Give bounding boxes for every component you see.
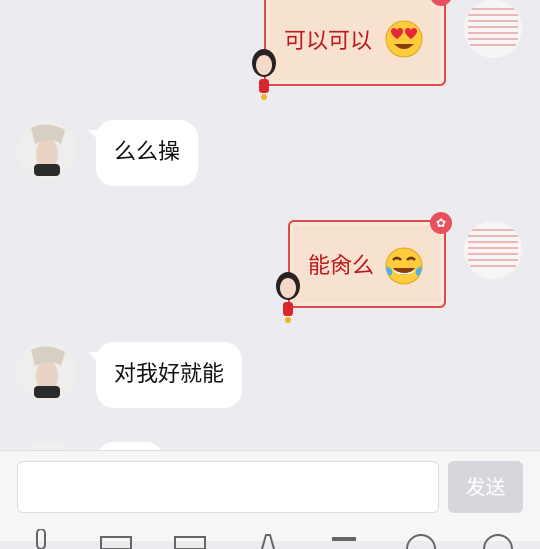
mic-icon[interactable] <box>25 529 57 549</box>
my-avatar[interactable] <box>464 221 522 279</box>
contact-avatar[interactable] <box>17 442 77 450</box>
heart-eyes-emoji-icon <box>385 20 423 58</box>
message-text: 对我好就能 <box>114 362 225 387</box>
red-packet-icon[interactable] <box>252 529 284 549</box>
message-text: 么么操 <box>114 140 181 165</box>
camera-icon[interactable] <box>174 529 206 549</box>
contact-avatar[interactable] <box>17 120 77 180</box>
self-message-bubble[interactable]: ✿ 可以可以 <box>264 0 452 86</box>
flower-icon: ✿ <box>430 0 452 6</box>
sticker-figure-icon <box>276 272 300 323</box>
sticker-figure-icon <box>252 49 276 100</box>
message-text: 能肏么 <box>308 254 375 279</box>
message-input[interactable] <box>17 461 439 513</box>
gift-icon[interactable] <box>328 529 360 549</box>
send-button[interactable]: 发送 <box>448 461 523 513</box>
peer-message-bubble[interactable]: 对我好就能 <box>87 342 243 408</box>
picture-icon[interactable] <box>100 529 132 549</box>
flower-icon: ✿ <box>430 212 452 234</box>
peer-message-bubble[interactable]: 么么操 <box>87 120 199 186</box>
tears-of-joy-emoji-icon <box>385 247 423 285</box>
emoji-icon[interactable] <box>405 529 437 549</box>
my-avatar[interactable] <box>464 0 522 58</box>
more-icon[interactable] <box>482 529 514 549</box>
contact-avatar[interactable] <box>17 342 77 402</box>
chat-message-list[interactable]: ✿ 可以可以 <box>0 0 540 450</box>
message-input-bar: 发送 <box>0 450 540 549</box>
message-text: 可以可以 <box>284 29 373 54</box>
peer-message-bubble[interactable] <box>96 442 164 450</box>
self-message-bubble[interactable]: ✿ 能肏么 <box>288 212 452 308</box>
